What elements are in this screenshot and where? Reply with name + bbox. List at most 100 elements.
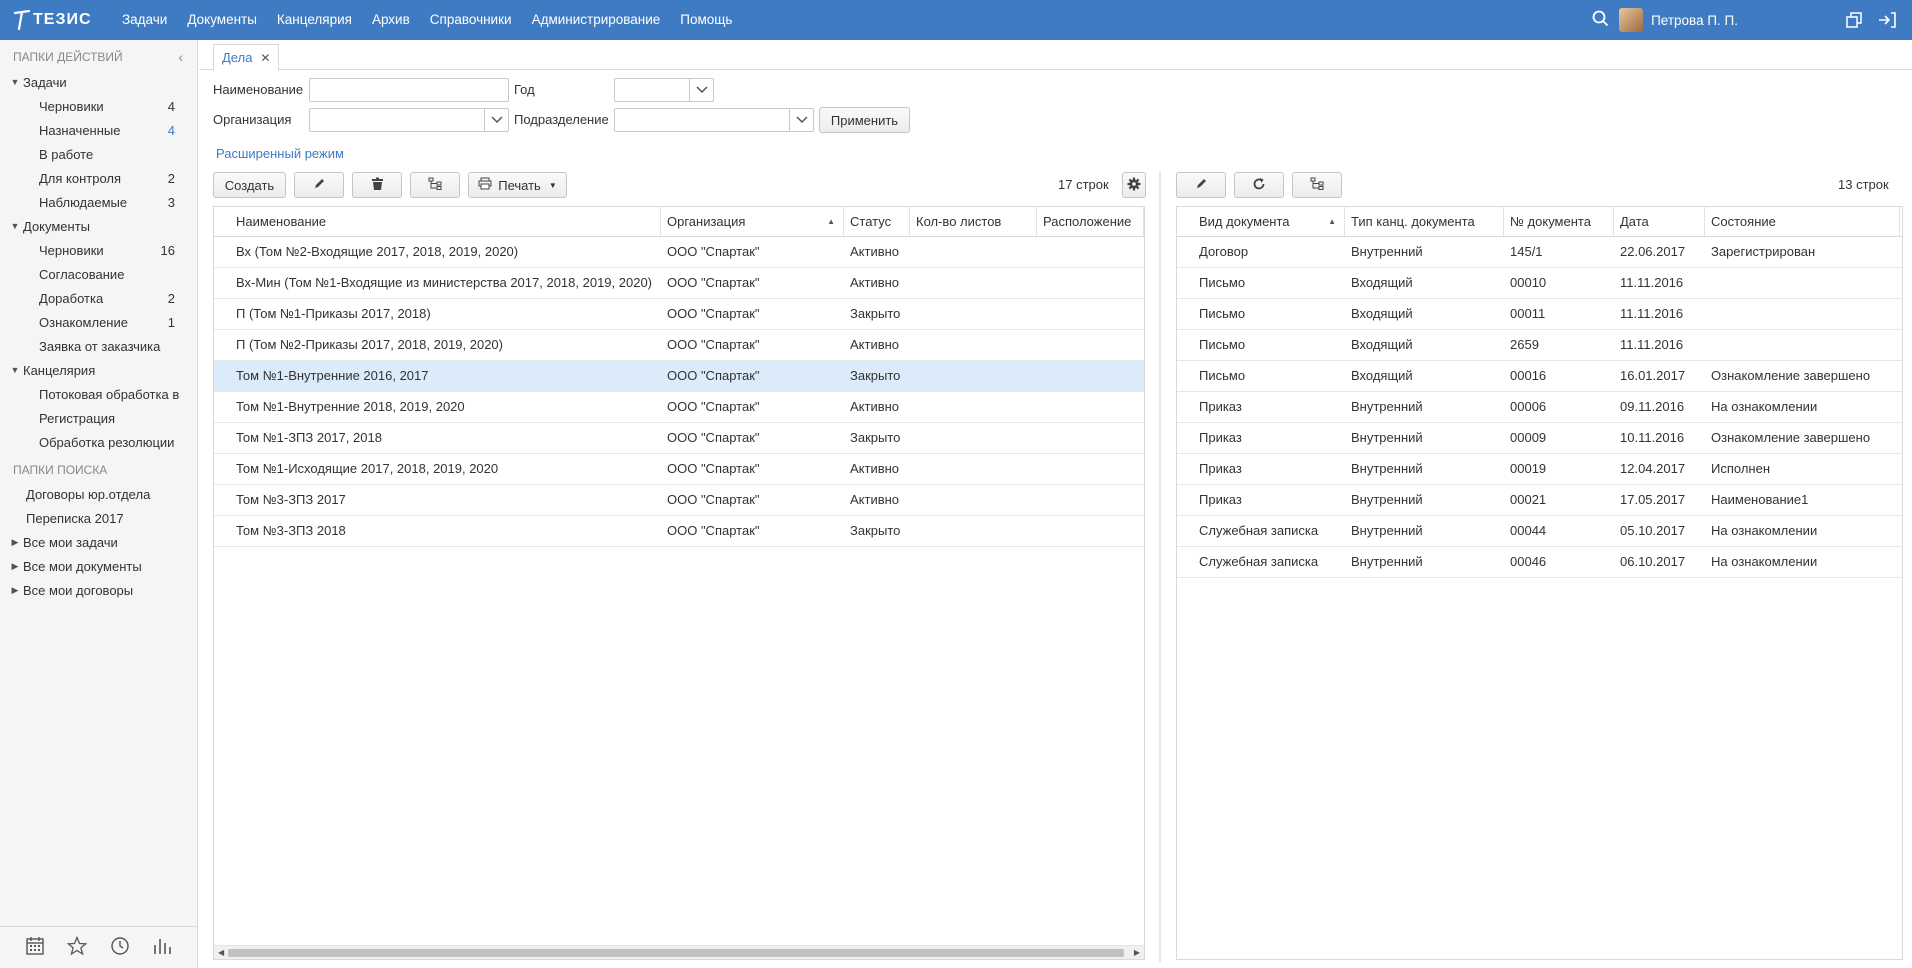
column-header[interactable]: Вид документа ▲ xyxy=(1193,207,1345,237)
menu-item[interactable]: Документы xyxy=(177,0,267,40)
menu-item[interactable]: Помощь xyxy=(670,0,742,40)
logo[interactable]: ТЕЗИС xyxy=(0,10,112,30)
column-header[interactable]: Кол-во листов xyxy=(910,207,1037,237)
table-row[interactable]: Вх-Мин (Том №1-Входящие из министерства … xyxy=(214,268,1144,299)
table-row[interactable]: Договор Внутренний 145/1 22.06.2017 Зарегист… xyxy=(1177,237,1902,268)
caret-down-icon[interactable]: ▼ xyxy=(7,365,23,375)
table-row[interactable]: П (Том №2-Приказы 2017, 2018, 2019, 2020… xyxy=(214,330,1144,361)
search-folder-group[interactable]: ▶ Все мои договоры xyxy=(0,578,197,602)
sidebar-group[interactable]: ▼ Документы xyxy=(0,214,197,238)
advanced-mode-link[interactable]: Расширенный режим xyxy=(216,146,344,161)
right-hierarchy-button[interactable] xyxy=(1292,172,1342,198)
menu-item[interactable]: Справочники xyxy=(420,0,522,40)
sort-asc-icon[interactable]: ▲ xyxy=(827,207,835,237)
column-header[interactable]: № документа xyxy=(1504,207,1614,237)
star-icon[interactable] xyxy=(66,935,88,959)
table-row[interactable]: Письмо Входящий 00011 11.11.2016 xyxy=(1177,299,1902,330)
table-row[interactable]: Вх (Том №2-Входящие 2017, 2018, 2019, 20… xyxy=(214,237,1144,268)
settings-button[interactable] xyxy=(1122,172,1146,198)
table-row[interactable]: Письмо Входящий 00016 16.01.2017 Ознакомлени… xyxy=(1177,361,1902,392)
scroll-left-icon[interactable]: ◀ xyxy=(218,946,224,959)
search-folder[interactable]: Договоры юр.отдела xyxy=(0,482,197,506)
sidebar-group[interactable]: ▼ Задачи xyxy=(0,70,197,94)
horizontal-scrollbar[interactable]: ◀ ▶ xyxy=(214,945,1144,959)
column-header[interactable]: Состояние xyxy=(1705,207,1900,237)
logout-icon[interactable] xyxy=(1878,12,1896,28)
calendar-icon[interactable] xyxy=(25,936,45,959)
print-button[interactable]: Печать ▼ xyxy=(468,172,567,198)
caret-right-icon[interactable]: ▶ xyxy=(7,585,23,596)
sidebar-item[interactable]: Наблюдаемые 3 xyxy=(0,190,197,214)
column-header[interactable]: Дата xyxy=(1614,207,1705,237)
filter-dept-select[interactable] xyxy=(614,108,814,132)
delete-button[interactable] xyxy=(352,172,402,198)
sidebar-item[interactable]: В работе xyxy=(0,142,197,166)
table-row[interactable]: Письмо Входящий 00010 11.11.2016 xyxy=(1177,268,1902,299)
column-header[interactable]: Тип канц. документа xyxy=(1345,207,1504,237)
sidebar-item[interactable]: Черновики 4 xyxy=(0,94,197,118)
menu-item[interactable]: Задачи xyxy=(112,0,177,40)
right-edit-button[interactable] xyxy=(1176,172,1226,198)
close-icon[interactable]: ✕ xyxy=(260,51,270,65)
menu-item[interactable]: Архив xyxy=(362,0,420,40)
split-divider[interactable] xyxy=(1159,172,1161,962)
caret-down-icon[interactable]: ▼ xyxy=(7,77,23,87)
table-row[interactable]: Том №1-Внутренние 2018, 2019, 2020 ООО "С… xyxy=(214,392,1144,423)
filter-name-input[interactable] xyxy=(309,78,509,102)
refresh-button[interactable] xyxy=(1234,172,1284,198)
column-header[interactable]: Расположение xyxy=(1037,207,1144,237)
search-folder-group[interactable]: ▶ Все мои документы xyxy=(0,554,197,578)
new-window-icon[interactable] xyxy=(1846,12,1862,28)
history-icon[interactable] xyxy=(110,936,130,959)
chevron-down-icon[interactable] xyxy=(484,109,508,131)
sidebar-item[interactable]: Доработка 2 xyxy=(0,286,197,310)
sidebar-item[interactable]: Ознакомление 1 xyxy=(0,310,197,334)
chevron-down-icon[interactable] xyxy=(689,79,713,101)
table-row[interactable]: Письмо Входящий 2659 11.11.2016 xyxy=(1177,330,1902,361)
reports-icon[interactable] xyxy=(152,936,172,959)
sidebar-item[interactable]: Заявка от заказчика xyxy=(0,334,197,358)
collapse-sidebar-icon[interactable]: ‹ xyxy=(178,49,183,65)
sort-asc-icon[interactable]: ▲ xyxy=(1328,207,1336,237)
caret-down-icon[interactable]: ▼ xyxy=(7,221,23,231)
sidebar-item[interactable]: Назначенные 4 xyxy=(0,118,197,142)
caret-right-icon[interactable]: ▶ xyxy=(7,561,23,572)
table-row[interactable]: Том №3-ЗПЗ 2018 ООО "Спартак" Закрыто xyxy=(214,516,1144,547)
create-button[interactable]: Создать xyxy=(213,172,286,198)
sidebar-item[interactable]: Регистрация xyxy=(0,406,197,430)
search-folder-group[interactable]: ▶ Все мои задачи xyxy=(0,530,197,554)
tab-cases[interactable]: Дела ✕ xyxy=(213,44,280,71)
table-row[interactable]: Том №1-Внутренние 2016, 2017 ООО "Спартак… xyxy=(214,361,1144,392)
table-row[interactable]: Том №3-ЗПЗ 2017 ООО "Спартак" Активно xyxy=(214,485,1144,516)
edit-button[interactable] xyxy=(294,172,344,198)
search-folder[interactable]: Переписка 2017 xyxy=(0,506,197,530)
column-header[interactable]: Организация ▲ xyxy=(661,207,844,237)
hierarchy-button[interactable] xyxy=(410,172,460,198)
table-row[interactable]: Служебная записка Внутренний 00046 06.10.20… xyxy=(1177,547,1902,578)
table-row[interactable]: Приказ Внутренний 00021 17.05.2017 Наименова… xyxy=(1177,485,1902,516)
sidebar-item[interactable]: Для контроля 2 xyxy=(0,166,197,190)
sidebar-group[interactable]: ▼ Канцелярия xyxy=(0,358,197,382)
table-row[interactable]: Приказ Внутренний 00009 10.11.2016 Ознакомле… xyxy=(1177,423,1902,454)
table-row[interactable]: Том №1-Исходящие 2017, 2018, 2019, 2020 О… xyxy=(214,454,1144,485)
table-row[interactable]: Служебная записка Внутренний 00044 05.10.20… xyxy=(1177,516,1902,547)
sidebar-item[interactable]: Обработка резолюции xyxy=(0,430,197,454)
search-icon[interactable] xyxy=(1592,10,1609,30)
column-header[interactable]: Наименование xyxy=(230,207,661,237)
column-header[interactable]: Статус xyxy=(844,207,910,237)
sidebar-item[interactable]: Черновики 16 xyxy=(0,238,197,262)
sidebar-item[interactable]: Потоковая обработка в xyxy=(0,382,197,406)
filter-year-select[interactable] xyxy=(614,78,714,102)
filter-org-select[interactable] xyxy=(309,108,509,132)
menu-item[interactable]: Администрирование xyxy=(522,0,671,40)
caret-right-icon[interactable]: ▶ xyxy=(7,537,23,548)
apply-button[interactable]: Применить xyxy=(819,107,910,133)
table-row[interactable]: Приказ Внутренний 00006 09.11.2016 На ознако… xyxy=(1177,392,1902,423)
user-name[interactable]: Петрова П. П. xyxy=(1651,13,1738,28)
table-row[interactable]: Приказ Внутренний 00019 12.04.2017 Исполнен xyxy=(1177,454,1902,485)
avatar[interactable] xyxy=(1619,8,1644,32)
table-row[interactable]: П (Том №1-Приказы 2017, 2018) ООО "Спарта… xyxy=(214,299,1144,330)
table-row[interactable]: Том №1-ЗПЗ 2017, 2018 ООО "Спартак" Закрыт… xyxy=(214,423,1144,454)
chevron-down-icon[interactable] xyxy=(789,109,813,131)
scrollbar-thumb[interactable] xyxy=(228,949,1124,957)
